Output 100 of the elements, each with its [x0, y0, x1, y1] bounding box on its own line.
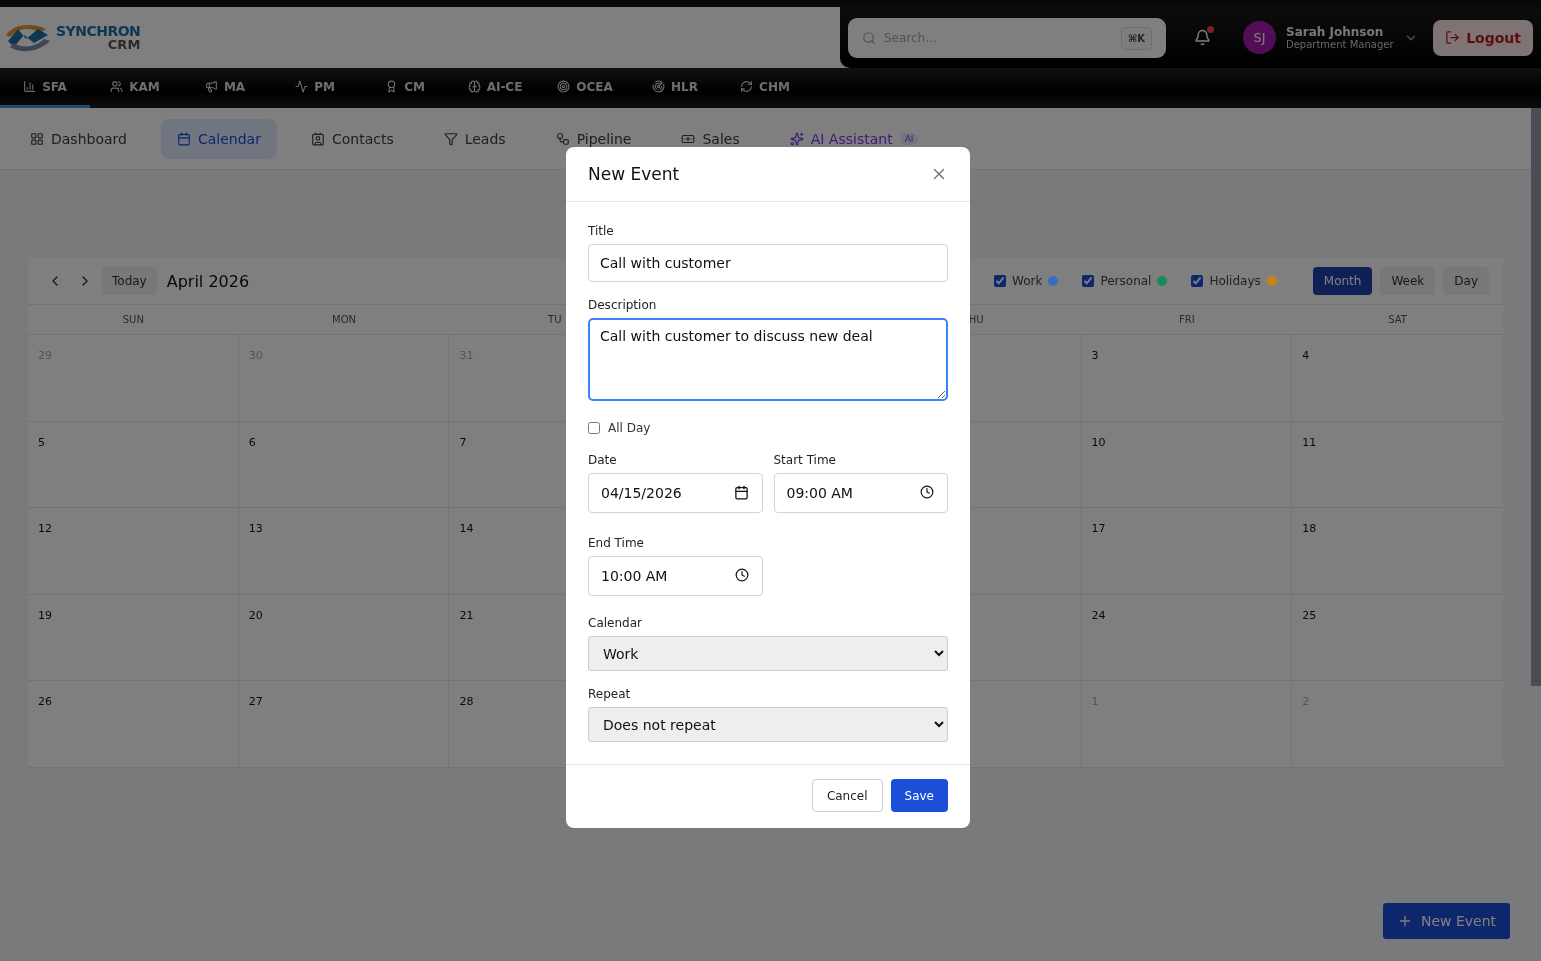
tab-label: Pipeline — [576, 130, 632, 147]
day-cell[interactable]: 27 — [238, 681, 450, 768]
day-cell[interactable]: 19 — [28, 594, 239, 681]
ai-badge: AI — [899, 132, 919, 145]
day-cell[interactable]: 10 — [1081, 421, 1293, 508]
view-button[interactable]: Month — [1312, 267, 1373, 295]
day-number: 18 — [1302, 522, 1317, 535]
day-cell[interactable]: 24 — [1081, 594, 1293, 681]
today-button[interactable]: Today — [102, 267, 157, 295]
field-label: Description — [588, 298, 658, 312]
tab-label: AI Assistant — [810, 130, 893, 147]
calendar-checkbox[interactable] — [994, 275, 1006, 287]
new-event-button[interactable]: New Event — [1382, 903, 1510, 939]
calendar-icon[interactable] — [733, 485, 749, 500]
weekday-header: MON — [332, 314, 357, 325]
filter-icon — [443, 131, 458, 146]
user-avatar[interactable]: SJ — [1243, 21, 1276, 54]
module-tab[interactable]: HLR — [630, 68, 720, 108]
module-tab[interactable]: PM — [270, 68, 360, 108]
day-cell[interactable]: 18 — [1292, 508, 1503, 595]
calendar-icon — [176, 131, 191, 146]
filter-label: Holidays — [1209, 274, 1261, 288]
nav-tab[interactable]: Dashboard — [14, 118, 143, 159]
calendar-checkbox[interactable] — [1082, 275, 1095, 287]
date-field[interactable]: 04/15/2026 — [588, 473, 763, 513]
all-day-checkbox[interactable] — [588, 422, 600, 434]
module-tab[interactable]: MA — [180, 68, 270, 108]
day-cell[interactable]: 13 — [238, 508, 450, 595]
view-button[interactable]: Day — [1443, 267, 1489, 295]
day-cell[interactable]: 5 — [28, 421, 239, 508]
module-tab[interactable]: CHM — [720, 68, 810, 108]
day-cell[interactable]: 11 — [1292, 421, 1503, 508]
field-label: Repeat — [588, 687, 632, 701]
weekday-header: TU — [548, 314, 562, 325]
nav-tab[interactable]: Calendar — [160, 118, 277, 159]
day-cell[interactable]: 6 — [238, 421, 450, 508]
logo-subtitle: CRM — [107, 38, 141, 51]
day-number: 7 — [459, 435, 467, 449]
module-tab[interactable]: OCEA — [540, 68, 630, 108]
module-tab[interactable]: CM — [360, 68, 450, 108]
day-number: 17 — [1091, 522, 1106, 535]
view-button[interactable]: Week — [1380, 267, 1436, 295]
nav-tab[interactable]: Contacts — [294, 118, 410, 159]
day-number: 12 — [38, 522, 52, 535]
logout-button[interactable]: Logout — [1433, 19, 1533, 56]
day-number: 4 — [1302, 349, 1310, 362]
day-cell[interactable]: 26 — [28, 681, 239, 768]
target-icon — [557, 80, 571, 93]
user-name: Sarah Johnson — [1286, 25, 1385, 39]
user-role: Department Manager — [1286, 39, 1394, 50]
day-number: 14 — [459, 522, 474, 535]
day-cell[interactable]: 25 — [1292, 594, 1503, 681]
field-label: Calendar — [588, 616, 643, 630]
workflow-icon — [555, 131, 570, 146]
day-cell[interactable]: 3 — [1081, 335, 1293, 422]
day-cell[interactable]: 17 — [1081, 508, 1293, 595]
day-cell[interactable]: 4 — [1292, 335, 1503, 422]
field-label: Start Time — [773, 453, 837, 467]
tab-label: Sales — [702, 130, 740, 147]
field-label: Date — [588, 453, 618, 467]
megaphone-icon — [204, 80, 218, 93]
checkbox-label: All Day — [608, 421, 651, 435]
day-number: 21 — [459, 608, 474, 622]
end-time-field[interactable]: 10:00 AM — [588, 556, 763, 596]
day-number: 24 — [1091, 608, 1106, 622]
field-label: Title — [588, 224, 615, 238]
clock-icon[interactable] — [734, 568, 749, 582]
tab-label: Leads — [464, 130, 506, 147]
clock-icon[interactable] — [920, 485, 934, 499]
module-tab[interactable]: AI-CE — [450, 68, 540, 108]
nav-tab[interactable]: Leads — [427, 118, 522, 159]
title-field[interactable]: Call with customer — [588, 244, 948, 282]
day-cell[interactable]: 20 — [238, 594, 450, 681]
calendar-checkbox[interactable] — [1191, 275, 1204, 287]
start-time-field[interactable]: 09:00 AM — [773, 473, 948, 513]
cancel-button[interactable]: Cancel — [811, 779, 883, 812]
day-cell[interactable]: 12 — [28, 508, 239, 595]
nav-tab[interactable]: Sales — [665, 118, 756, 159]
refresh-icon — [740, 80, 754, 93]
day-number: 27 — [248, 695, 263, 708]
day-number: 10 — [1091, 435, 1106, 449]
nav-tab[interactable]: Pipeline — [539, 118, 648, 159]
day-number: 28 — [459, 695, 474, 708]
day-number: 5 — [38, 435, 45, 449]
repeat-select[interactable]: Does not repeat — [588, 707, 948, 742]
weekday-header: SAT — [1388, 314, 1407, 325]
search-icon — [862, 30, 876, 45]
day-number: 19 — [38, 608, 52, 622]
scrollbar[interactable] — [1531, 108, 1541, 686]
save-button[interactable]: Save — [890, 779, 948, 812]
day-number: 20 — [248, 608, 263, 622]
logo-name: SYNCHRON — [56, 24, 141, 38]
module-tab[interactable]: KAM — [90, 68, 180, 108]
grid-icon — [30, 131, 44, 146]
day-number: 13 — [248, 522, 263, 535]
description-field[interactable]: Call with customer to discuss new deal — [588, 318, 948, 401]
bell-icon — [1194, 29, 1211, 46]
calendar-select[interactable]: Work — [588, 636, 948, 671]
day-number: 6 — [248, 435, 256, 449]
weekday-header: FRI — [1179, 314, 1195, 325]
